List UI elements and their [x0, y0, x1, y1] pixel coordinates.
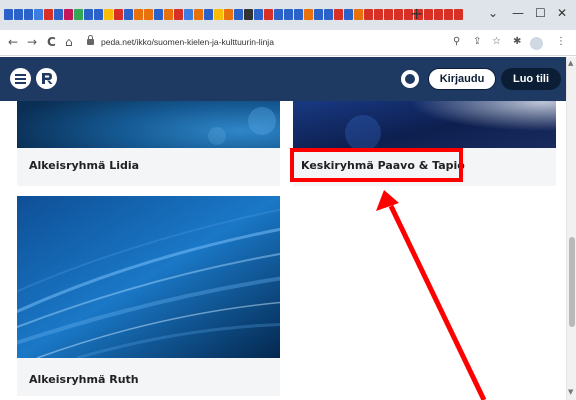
pinned-tab-favicon[interactable] — [244, 9, 253, 20]
pinned-tab-favicon[interactable] — [124, 9, 133, 20]
pinned-tab-favicon[interactable] — [84, 9, 93, 20]
page-content: Alkeisryhmä Lidia Keskiryhmä Paavo & Tap… — [0, 101, 566, 400]
pinned-tab-favicon[interactable] — [424, 9, 433, 20]
pinned-tab-favicon[interactable] — [184, 9, 193, 20]
pinned-tab-favicon[interactable] — [204, 9, 213, 20]
group-thumbnail — [17, 196, 280, 358]
scrollbar-thumb[interactable] — [569, 237, 575, 327]
pinned-tab-favicon[interactable] — [194, 9, 203, 20]
pinned-tab-favicon[interactable] — [284, 9, 293, 20]
group-card-lidia[interactable]: Alkeisryhmä Lidia — [17, 101, 280, 186]
pinned-tab-favicon[interactable] — [274, 9, 283, 20]
pinned-tab-favicon[interactable] — [334, 9, 343, 20]
group-card-title[interactable]: Alkeisryhmä Lidia — [29, 159, 139, 172]
pinned-tab-favicon[interactable] — [264, 9, 273, 20]
pinned-tab-favicon[interactable] — [434, 9, 443, 20]
group-card-title[interactable]: Alkeisryhmä Ruth — [29, 373, 139, 386]
share-icon[interactable]: ⇪ — [473, 36, 481, 48]
pinned-tab-favicon[interactable] — [444, 9, 453, 20]
pinned-tab-favicon[interactable] — [104, 9, 113, 20]
menu-icon[interactable] — [10, 68, 31, 89]
pinned-tab-favicon[interactable] — [344, 9, 353, 20]
browser-tab-strip: + ⌄ — ☐ ✕ — [0, 0, 576, 30]
tab-search-chevron-icon[interactable]: ⌄ — [488, 6, 498, 20]
pinned-tabs[interactable] — [4, 9, 463, 21]
login-button[interactable]: Kirjaudu — [428, 68, 496, 90]
extensions-icon[interactable]: ✱ — [513, 36, 521, 48]
site-header: Kirjaudu Luo tili — [0, 57, 566, 101]
pinned-tab-favicon[interactable] — [224, 9, 233, 20]
pinned-tab-favicon[interactable] — [324, 9, 333, 20]
pinned-tab-favicon[interactable] — [64, 9, 73, 20]
pinned-tab-favicon[interactable] — [394, 9, 403, 20]
pinned-tab-favicon[interactable] — [4, 9, 13, 20]
lock-icon[interactable] — [87, 35, 94, 45]
pinned-tab-favicon[interactable] — [54, 9, 63, 20]
pinned-tab-favicon[interactable] — [364, 9, 373, 20]
pinned-tab-favicon[interactable] — [214, 9, 223, 20]
page-scrollbar[interactable]: ▲ ▼ — [566, 57, 576, 400]
forward-button[interactable]: → — [27, 35, 37, 49]
pinned-tab-favicon[interactable] — [154, 9, 163, 20]
browser-menu-icon[interactable]: ⋮ — [556, 36, 566, 48]
group-card-ruth[interactable]: Alkeisryhmä Ruth — [17, 196, 280, 396]
maximize-button[interactable]: ☐ — [535, 6, 546, 20]
pinned-tab-favicon[interactable] — [74, 9, 83, 20]
pinned-tab-favicon[interactable] — [174, 9, 183, 20]
group-thumbnail — [17, 101, 280, 148]
scroll-down-arrow-icon[interactable]: ▼ — [568, 388, 573, 396]
pinned-tab-favicon[interactable] — [254, 9, 263, 20]
pinned-tab-favicon[interactable] — [294, 9, 303, 20]
browser-toolbar: ← → C ⌂ peda.net/ikko/suomen-kielen-ja-k… — [0, 30, 576, 56]
pinned-tab-favicon[interactable] — [304, 9, 313, 20]
language-globe-icon[interactable] — [401, 70, 419, 88]
pinned-tab-favicon[interactable] — [34, 9, 43, 20]
pinned-tab-favicon[interactable] — [384, 9, 393, 20]
peda-logo-icon[interactable] — [36, 68, 57, 89]
pinned-tab-favicon[interactable] — [44, 9, 53, 20]
pinned-tab-favicon[interactable] — [234, 9, 243, 20]
address-bar[interactable]: peda.net/ikko/suomen-kielen-ja-kulttuuri… — [101, 37, 274, 47]
pinned-tab-favicon[interactable] — [114, 9, 123, 20]
pinned-tab-favicon[interactable] — [314, 9, 323, 20]
new-tab-button[interactable]: + — [410, 5, 423, 23]
pinned-tab-favicon[interactable] — [134, 9, 143, 20]
profile-avatar[interactable] — [530, 37, 543, 50]
pinned-tab-favicon[interactable] — [164, 9, 173, 20]
signup-button[interactable]: Luo tili — [501, 68, 561, 90]
pinned-tab-favicon[interactable] — [374, 9, 383, 20]
minimize-button[interactable]: — — [512, 6, 524, 20]
reload-button[interactable]: C — [47, 35, 56, 49]
bookmark-star-icon[interactable]: ☆ — [492, 36, 501, 48]
back-button[interactable]: ← — [8, 35, 18, 49]
pinned-tab-favicon[interactable] — [454, 9, 463, 20]
highlight-box — [290, 148, 463, 182]
home-button[interactable]: ⌂ — [65, 35, 73, 49]
pinned-tab-favicon[interactable] — [24, 9, 33, 20]
search-icon[interactable]: ⚲ — [453, 36, 460, 48]
scroll-up-arrow-icon[interactable]: ▲ — [568, 59, 573, 67]
pinned-tab-favicon[interactable] — [14, 9, 23, 20]
pinned-tab-favicon[interactable] — [144, 9, 153, 20]
group-thumbnail — [293, 101, 556, 148]
close-window-button[interactable]: ✕ — [557, 6, 567, 20]
pinned-tab-favicon[interactable] — [354, 9, 363, 20]
pinned-tab-favicon[interactable] — [94, 9, 103, 20]
